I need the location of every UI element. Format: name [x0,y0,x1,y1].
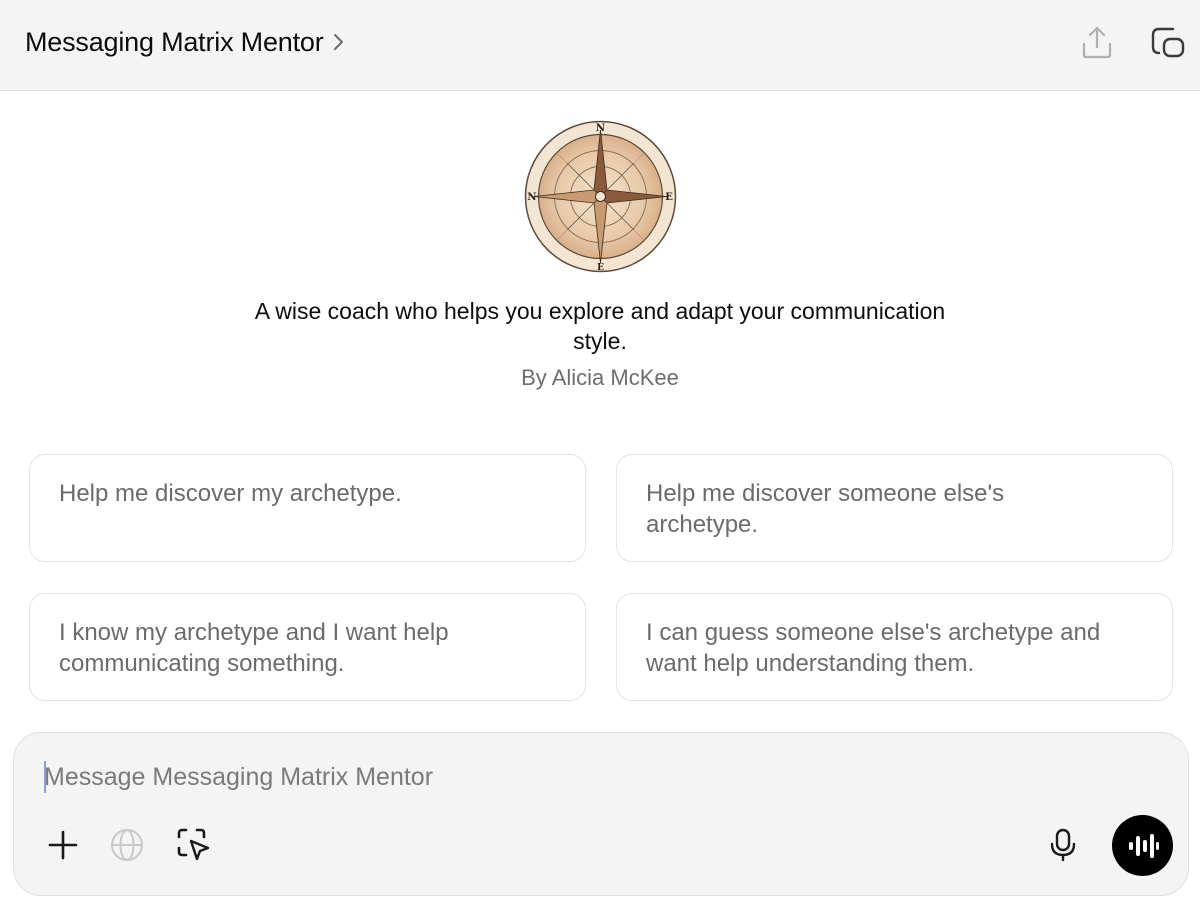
conversation-starter-text: I can guess someone else's archetype and… [646,619,1101,677]
logo-letter-w: N [527,192,536,203]
plus-icon [48,830,78,860]
share-icon [1082,26,1112,59]
message-composer [13,732,1189,896]
attach-button[interactable] [43,825,83,865]
select-area-button[interactable] [174,825,214,865]
voice-mode-button[interactable] [1112,815,1173,876]
new-chat-icon [1151,27,1185,58]
dictate-button[interactable] [1043,825,1083,865]
page-title: Messaging Matrix Mentor [25,26,324,57]
chevron-right-icon [330,31,348,53]
conversation-starter-text: Help me discover someone else's archetyp… [646,480,1005,538]
logo-letter-s: E [597,263,604,273]
globe-icon [111,829,143,861]
new-chat-button[interactable] [1148,22,1188,62]
conversation-starter[interactable]: I know my archetype and I want help comm… [29,593,586,701]
logo-letter-e: E [665,192,673,203]
message-input[interactable] [44,755,1144,799]
share-button[interactable] [1077,22,1117,62]
gpt-description: A wise coach who helps you explore and a… [254,298,946,354]
conversation-starter[interactable]: Help me discover my archetype. [29,454,586,562]
select-area-icon [177,828,210,861]
gpt-logo: N E N E [524,120,677,273]
conversation-starter[interactable]: Help me discover someone else's archetyp… [616,454,1173,562]
conversation-starter-text: I know my archetype and I want help comm… [59,619,449,677]
logo-letter-n: N [596,123,605,134]
header-bar: Messaging Matrix Mentor [0,0,1200,91]
conversation-starter[interactable]: I can guess someone else's archetype and… [616,593,1173,701]
gpt-author: By Alicia McKee [521,365,679,390]
conversation-starter-text: Help me discover my archetype. [59,480,402,507]
search-web-button[interactable] [107,825,147,865]
voice-mode-icon [1128,833,1159,858]
text-caret [44,761,46,793]
gpt-title-button[interactable]: Messaging Matrix Mentor [25,24,348,60]
microphone-icon [1050,828,1076,862]
